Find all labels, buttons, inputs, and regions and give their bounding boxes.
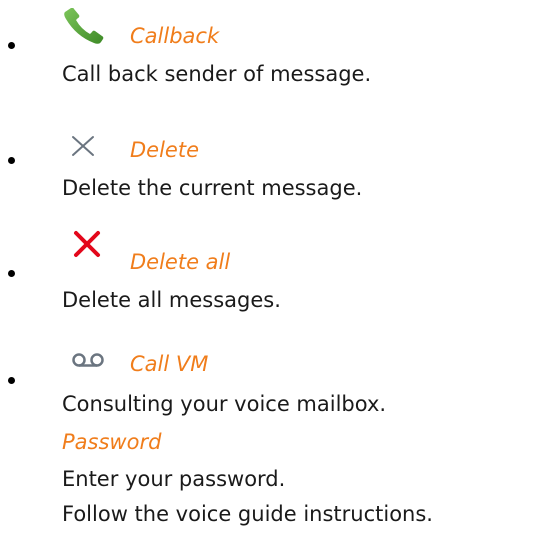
bullet xyxy=(8,377,15,384)
item-description: Delete the current message. xyxy=(62,176,363,200)
item-description: Call back sender of message. xyxy=(62,62,372,86)
item-title: Delete xyxy=(130,138,199,162)
item-line: Enter your password. xyxy=(62,467,286,491)
item-description: Consulting your voice mailbox. xyxy=(62,392,387,416)
item-subtitle: Password xyxy=(62,430,162,454)
item-line: Follow the voice guide instructions. xyxy=(62,502,433,526)
phone-handset-icon xyxy=(62,7,112,52)
thin-cross-icon xyxy=(70,135,96,161)
red-cross-icon xyxy=(72,230,102,262)
item-title: Callback xyxy=(130,24,220,48)
voicemail-icon xyxy=(70,350,106,374)
bullet xyxy=(8,270,15,277)
bullet xyxy=(8,42,15,49)
item-title: Delete all xyxy=(130,250,231,274)
bullet xyxy=(8,157,15,164)
item-title: Call VM xyxy=(130,352,209,376)
item-description: Delete all messages. xyxy=(62,288,281,312)
